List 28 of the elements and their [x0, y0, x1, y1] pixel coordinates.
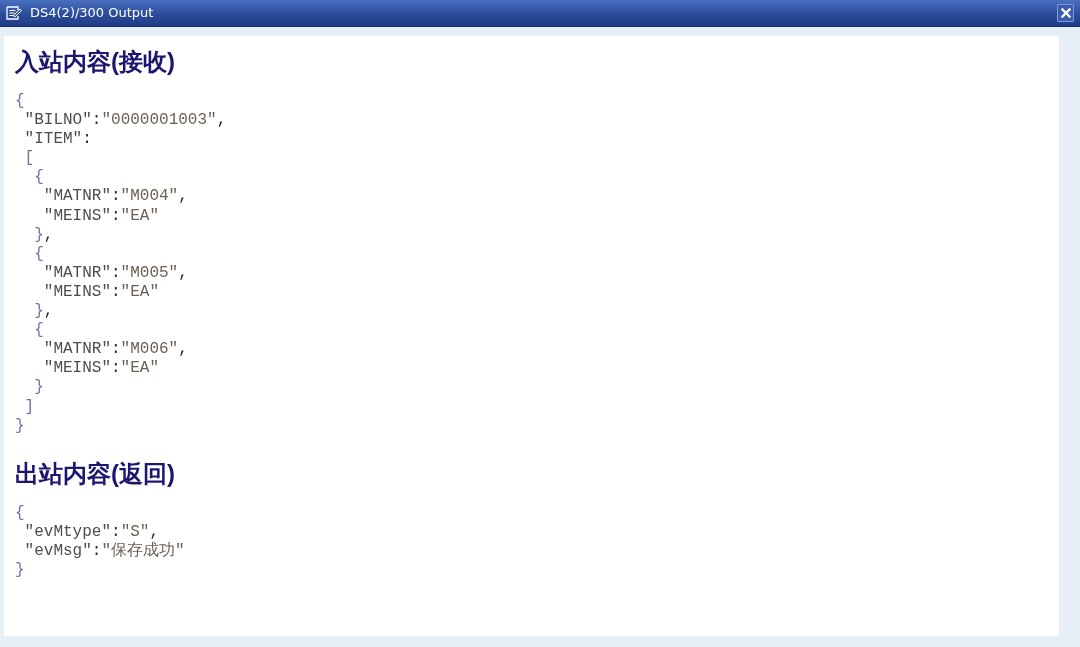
code-line: } [34, 378, 44, 398]
close-button[interactable] [1057, 4, 1074, 22]
code-line: "evMtype":"S", [24, 522, 160, 542]
window-title: DS4(2)/300 Output [30, 4, 154, 22]
code-line: }, [34, 225, 54, 245]
document-icon [6, 6, 22, 20]
section-heading: 出站内容(返回) [15, 458, 176, 489]
code-line: "MEINS":"EA" [43, 206, 159, 226]
code-line: ] [24, 397, 35, 417]
code-line: "BILNO":"0000001003", [24, 111, 227, 131]
code-line: "MEINS":"EA" [43, 282, 159, 303]
code-line: "MATNR":"M006", [43, 340, 188, 360]
code-line: } [15, 416, 25, 436]
code-line: [ [24, 149, 35, 169]
close-icon [1060, 8, 1071, 18]
code-line: { [34, 321, 44, 341]
code-line: "MATNR":"M004", [43, 187, 188, 207]
code-line: "ITEM": [24, 130, 92, 150]
code-line: "evMsg":"保存成功" [24, 541, 185, 561]
code-line: { [34, 244, 44, 264]
code-line: { [15, 92, 25, 112]
section-heading: 入站内容(接收) [15, 47, 176, 77]
code-line: { [15, 503, 25, 523]
code-line: { [34, 168, 44, 188]
code-line: "MATNR":"M005", [43, 263, 188, 283]
code-line: "MEINS":"EA" [43, 359, 159, 379]
code-line: } [15, 560, 25, 581]
code-line: }, [34, 302, 54, 322]
